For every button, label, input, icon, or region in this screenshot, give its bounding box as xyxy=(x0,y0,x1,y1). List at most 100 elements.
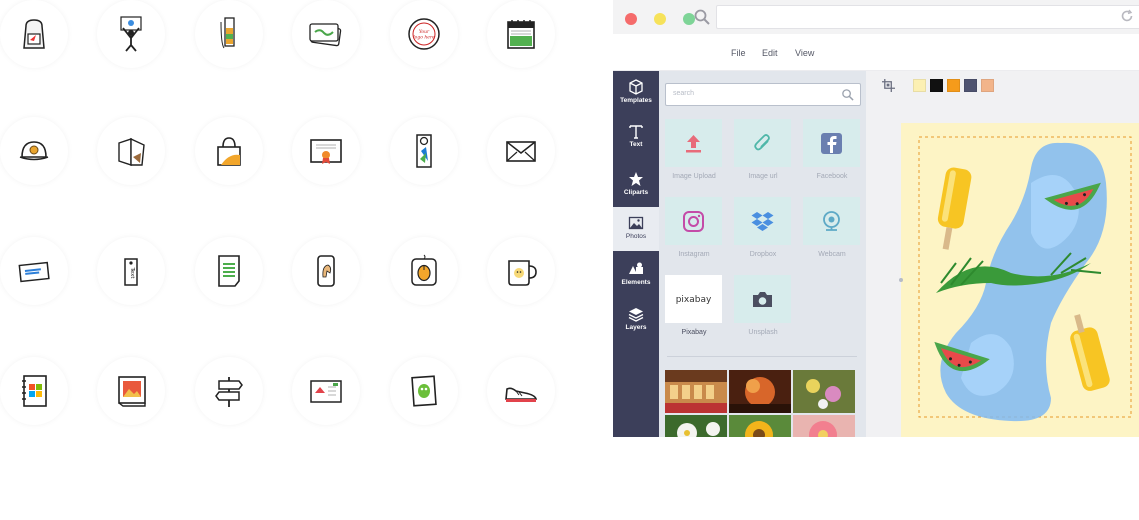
mousepad-icon[interactable] xyxy=(390,237,458,305)
photo-thumbnail[interactable] xyxy=(665,370,727,413)
dropbox-tile[interactable] xyxy=(734,197,791,245)
postcard-icon[interactable] xyxy=(292,357,360,425)
sticker-text-1: Your xyxy=(419,29,430,35)
search-icon[interactable] xyxy=(693,8,711,26)
magnet-icon[interactable] xyxy=(390,357,458,425)
photo-book-icon[interactable] xyxy=(97,357,165,425)
mug-icon[interactable] xyxy=(487,237,555,305)
door-hanger-icon[interactable] xyxy=(390,117,458,185)
round-sticker-icon[interactable]: Your logo here xyxy=(390,0,458,68)
pixabay-label: Pixabay xyxy=(681,329,707,336)
shapes-icon xyxy=(629,262,643,274)
nav-photos[interactable]: Photos xyxy=(613,207,659,251)
webcam-tile[interactable] xyxy=(803,197,860,245)
sign-holder-icon[interactable] xyxy=(97,0,165,68)
nav-templates[interactable]: Templates xyxy=(613,71,659,119)
shoe-icon[interactable] xyxy=(487,357,555,425)
image-url-label: Image url xyxy=(748,173,778,180)
tag-icon[interactable]: Text xyxy=(97,237,165,305)
menu-edit[interactable]: Edit xyxy=(762,48,778,58)
nav-photos-label: Photos xyxy=(625,233,647,240)
calendar-icon[interactable] xyxy=(487,0,555,68)
nav-text[interactable]: Text xyxy=(613,115,659,163)
image-url-tile[interactable] xyxy=(734,119,791,167)
color-swatch[interactable] xyxy=(913,79,926,92)
envelope-icon[interactable] xyxy=(487,117,555,185)
crop-icon[interactable] xyxy=(882,79,895,92)
product-icon-grid: Your logo here Text xyxy=(0,0,600,460)
business-card-icon[interactable] xyxy=(292,0,360,68)
unsplash-label: Unsplash xyxy=(748,329,778,336)
camera-icon xyxy=(753,292,772,307)
image-upload-tile[interactable] xyxy=(665,119,722,167)
sticker-text-2: logo here xyxy=(413,35,435,41)
document-icon[interactable] xyxy=(195,237,263,305)
facebook-tile[interactable] xyxy=(803,119,860,167)
window-titlebar xyxy=(613,0,1139,34)
photo-icon xyxy=(628,216,644,230)
close-window-button[interactable] xyxy=(625,13,637,25)
left-sidebar: Templates Text Cliparts Photos Elements … xyxy=(613,71,659,437)
facebook-label: Facebook xyxy=(816,173,848,180)
nav-layers[interactable]: Layers xyxy=(613,298,659,346)
phone-case-icon[interactable] xyxy=(292,237,360,305)
star-icon xyxy=(629,172,643,186)
nav-cliparts[interactable]: Cliparts xyxy=(613,163,659,211)
folder-icon[interactable] xyxy=(97,117,165,185)
nav-elements-label: Elements xyxy=(621,279,651,286)
color-swatch[interactable] xyxy=(947,79,960,92)
backpack-icon[interactable] xyxy=(0,0,68,68)
certificate-icon[interactable] xyxy=(292,117,360,185)
nav-cliparts-label: Cliparts xyxy=(623,189,649,196)
bookmark-icon[interactable] xyxy=(195,0,263,68)
bag-icon[interactable] xyxy=(195,117,263,185)
designer-browser-window: File Edit View Templates Text Cliparts P… xyxy=(613,0,1139,437)
ticket-icon[interactable] xyxy=(0,237,68,305)
menu-bar: File Edit View xyxy=(613,34,1139,71)
color-swatch[interactable] xyxy=(930,79,943,92)
signpost-icon[interactable] xyxy=(195,357,263,425)
photo-thumbnail[interactable] xyxy=(665,415,727,437)
menu-view[interactable]: View xyxy=(795,48,814,58)
pixabay-tile[interactable]: pixabay xyxy=(665,275,722,323)
layers-icon xyxy=(628,308,644,322)
photo-thumbnail[interactable] xyxy=(729,370,791,413)
nav-layers-label: Layers xyxy=(625,324,647,331)
dropbox-label: Dropbox xyxy=(749,251,777,258)
webcam-icon xyxy=(823,211,840,231)
search-icon[interactable] xyxy=(841,88,854,101)
pixabay-logo: pixabay xyxy=(676,295,712,305)
instagram-tile[interactable] xyxy=(665,197,722,245)
dropbox-icon xyxy=(751,212,774,231)
facebook-icon xyxy=(821,133,842,154)
summer-design-artwork xyxy=(918,136,1132,422)
unsplash-tile[interactable] xyxy=(734,275,791,323)
instagram-icon xyxy=(683,211,704,232)
pixabay-logo-text: pixabay xyxy=(676,295,712,305)
text-icon xyxy=(629,125,643,139)
search-placeholder: search xyxy=(673,90,695,97)
url-bar[interactable] xyxy=(716,5,1139,29)
photo-thumbnail[interactable] xyxy=(793,370,855,413)
nav-elements[interactable]: Elements xyxy=(613,253,659,301)
left-artboard-handle[interactable] xyxy=(899,278,903,282)
notebook-icon[interactable] xyxy=(0,357,68,425)
photos-panel: search Image Upload Image url Facebook I… xyxy=(659,71,866,437)
color-swatch[interactable] xyxy=(964,79,977,92)
nav-text-label: Text xyxy=(629,141,643,148)
webcam-label: Webcam xyxy=(818,251,846,258)
design-canvas-area xyxy=(866,71,1139,437)
refresh-icon[interactable] xyxy=(1120,9,1134,23)
tag-text: Text xyxy=(129,266,135,279)
menu-file[interactable]: File xyxy=(731,48,746,58)
cap-icon[interactable] xyxy=(0,117,68,185)
color-swatch[interactable] xyxy=(981,79,994,92)
artboard[interactable] xyxy=(901,123,1139,437)
photo-thumbnail[interactable] xyxy=(729,415,791,437)
image-upload-label: Image Upload xyxy=(672,173,716,180)
canvas-toolbar xyxy=(866,71,1139,99)
photo-thumbnail[interactable] xyxy=(793,415,855,437)
minimize-window-button[interactable] xyxy=(654,13,666,25)
panel-divider xyxy=(667,356,857,357)
photo-search-input[interactable]: search xyxy=(665,83,861,106)
